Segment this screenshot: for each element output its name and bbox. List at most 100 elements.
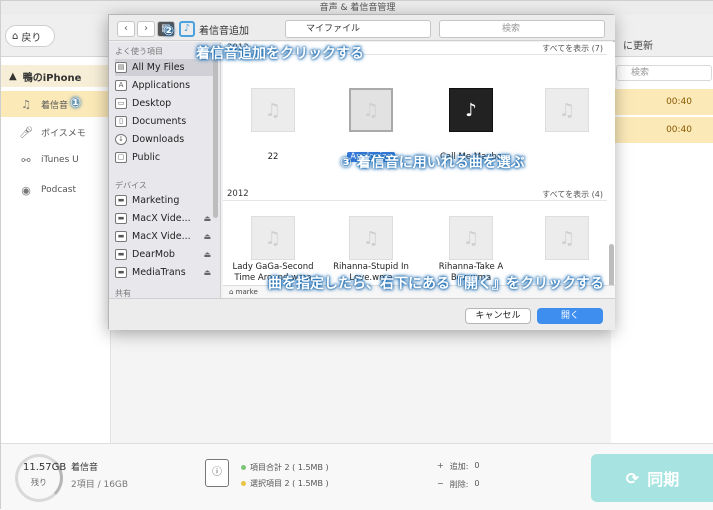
ringtone-list: 検索 00:40 00:40 <box>611 57 713 443</box>
music-file-icon[interactable]: ♫ <box>545 88 589 132</box>
documents-icon: ▯ <box>115 116 127 127</box>
add-ringtone-label: 着信音追加 <box>199 25 249 37</box>
favorites-header: よく使う項目 <box>115 47 163 56</box>
ringtone-icon: ♫ <box>21 97 31 111</box>
dialog-sidebar: よく使う項目 ▤ All My Files A Applications ▭ D… <box>109 42 221 298</box>
drive-icon: ▬ <box>115 213 127 224</box>
delete-count: − 削除: 0 <box>437 479 480 490</box>
selected-items-label: 選択項目 2 ( 1.5MB ) <box>250 479 329 488</box>
sidebar-item-device[interactable]: ▬ MacX Vide... ⏏ <box>115 210 217 227</box>
devices-header: デバイス <box>115 181 147 190</box>
public-icon: ▢ <box>115 152 127 163</box>
dialog-toolbar: ‹ › ▦ ♪ 着信音追加 マイファイル 検索 <box>109 15 615 41</box>
storage-remaining: 残り <box>31 478 47 487</box>
sidebar-item-label: iTunes U <box>41 155 79 165</box>
footer: 11.57GB 残り 着信音 2項目 / 16GB ⓘ 項目合計 2 ( 1.5… <box>1 443 713 510</box>
yellow-dot-icon <box>241 481 246 486</box>
eject-icon[interactable]: ⏏ <box>203 232 211 241</box>
group-year: 2012 <box>227 189 249 199</box>
sidebar-item-device[interactable]: ▬ DearMob ⏏ <box>115 246 217 263</box>
plus-icon: + <box>437 461 444 470</box>
path-label: marke <box>235 288 258 296</box>
sidebar-item-applications[interactable]: A Applications <box>115 77 217 94</box>
file-name: 22 <box>267 152 279 162</box>
sidebar-item-device[interactable]: ▬ MacX Vide... ⏏ <box>115 228 217 245</box>
music-file-icon[interactable]: ♫ <box>251 216 295 260</box>
eject-icon[interactable]: ⏏ <box>203 268 211 277</box>
annotation-step4: 曲を指定したら、右下にある『開く』をクリックする <box>268 276 604 292</box>
table-row[interactable]: 00:40 <box>611 117 713 143</box>
add-music-icon: ♪ <box>179 21 195 37</box>
dialog-search-input[interactable]: 検索 <box>439 20 605 38</box>
sidebar-item-label: MediaTrans <box>132 267 186 278</box>
back-button[interactable]: ⌂ 戻り <box>5 25 55 47</box>
folder-select[interactable]: マイファイル <box>285 20 431 38</box>
sidebar-item-documents[interactable]: ▯ Documents <box>115 113 217 130</box>
album-art-icon[interactable]: ♪ <box>449 88 493 132</box>
music-file-icon[interactable]: ♫ <box>545 216 589 260</box>
sidebar-item-itunes-u[interactable]: ⚯ iTunes U <box>1 147 111 173</box>
annotation-step1: ① <box>70 96 82 111</box>
eject-icon[interactable]: ⏏ <box>203 250 211 259</box>
sidebar-item-label: DearMob <box>132 249 175 260</box>
sync-button[interactable]: ⟳ 同期 <box>591 454 713 502</box>
info-document-icon: ⓘ <box>205 459 229 487</box>
total-items: 項目合計 2 ( 1.5MB ) <box>241 462 329 473</box>
sidebar-scrollbar[interactable] <box>213 54 218 218</box>
sidebar-item-label: ボイスメモ <box>41 128 86 139</box>
sidebar-item-desktop[interactable]: ▭ Desktop <box>115 95 217 112</box>
home-icon: ⌂ <box>12 30 19 42</box>
music-file-icon[interactable]: ♫ <box>349 216 393 260</box>
sidebar-item-label: Documents <box>132 116 187 127</box>
sidebar-item-device[interactable]: ▬ Marketing <box>115 192 217 209</box>
sidebar-item-label: 着信音 <box>41 100 69 111</box>
search-input[interactable]: 検索 <box>616 65 712 81</box>
add-ringtone-button[interactable]: ♪ 着信音追加 <box>179 21 249 37</box>
sidebar-item-label: Desktop <box>132 98 172 109</box>
total-items-label: 項目合計 2 ( 1.5MB ) <box>250 463 329 472</box>
green-dot-icon <box>241 465 246 470</box>
sidebar: ▲ 鴨のiPhone ♫ 着信音 🎤︎ ボイスメモ ⚯ iTunes U ◉ P… <box>1 57 111 443</box>
eject-icon[interactable]: ⏏ <box>203 214 211 223</box>
sidebar-item-device[interactable]: ▬ MediaTrans ⏏ <box>115 264 217 281</box>
show-all-link[interactable]: すべてを表示 (7) <box>542 43 603 54</box>
sidebar-item-label: Podcast <box>41 185 77 195</box>
music-file-icon[interactable]: ♫ <box>349 88 393 132</box>
cancel-button[interactable]: キャンセル <box>465 308 531 324</box>
sidebar-item-downloads[interactable]: ↓ Downloads <box>115 131 217 148</box>
sidebar-item-public[interactable]: ▢ Public <box>115 149 217 166</box>
sync-icon: ⟳ <box>625 468 640 488</box>
storage-gb: 11.57GB <box>23 462 67 473</box>
device-name: 鴨のiPhone <box>22 72 82 84</box>
drive-icon: ▬ <box>115 267 127 278</box>
applications-icon: A <box>115 80 127 91</box>
table-row[interactable]: 00:40 <box>611 89 713 115</box>
show-all-link[interactable]: すべてを表示 (4) <box>542 189 603 200</box>
sidebar-item-label: All My Files <box>132 62 185 73</box>
all-files-icon: ▤ <box>115 62 127 73</box>
music-file-icon[interactable]: ♫ <box>449 216 493 260</box>
sidebar-item-label: Downloads <box>132 134 185 145</box>
content-scrollbar[interactable] <box>609 244 614 290</box>
annotation-step2: 着信音追加をクリックする <box>196 46 364 62</box>
open-button[interactable]: 開く <box>537 308 603 324</box>
sidebar-item-voicememo[interactable]: 🎤︎ ボイスメモ <box>1 119 111 145</box>
downloads-icon: ↓ <box>115 134 127 145</box>
sidebar-item-label: Applications <box>132 80 191 91</box>
drive-icon: ▬ <box>115 195 127 206</box>
divider <box>223 200 607 201</box>
dialog-buttons: キャンセル 開く <box>109 298 615 330</box>
sidebar-item-ringtone[interactable]: ♫ 着信音 <box>1 91 111 117</box>
nav-back-button[interactable]: ‹ <box>117 21 135 37</box>
sidebar-item-podcast[interactable]: ◉ Podcast <box>1 177 111 203</box>
footer-category: 着信音 <box>71 463 99 473</box>
music-file-icon[interactable]: ♫ <box>251 88 295 132</box>
update-label[interactable]: に更新 <box>623 37 653 52</box>
device-row[interactable]: ▲ 鴨のiPhone <box>1 65 111 87</box>
triangle-down-icon: ▲ <box>9 70 17 82</box>
sidebar-item-label: MacX Vide... <box>132 213 191 224</box>
itunes-u-icon: ⚯ <box>21 153 31 167</box>
sidebar-item-label: MacX Vide... <box>132 231 191 242</box>
nav-forward-button[interactable]: › <box>137 21 155 37</box>
drive-icon: ▬ <box>115 231 127 242</box>
